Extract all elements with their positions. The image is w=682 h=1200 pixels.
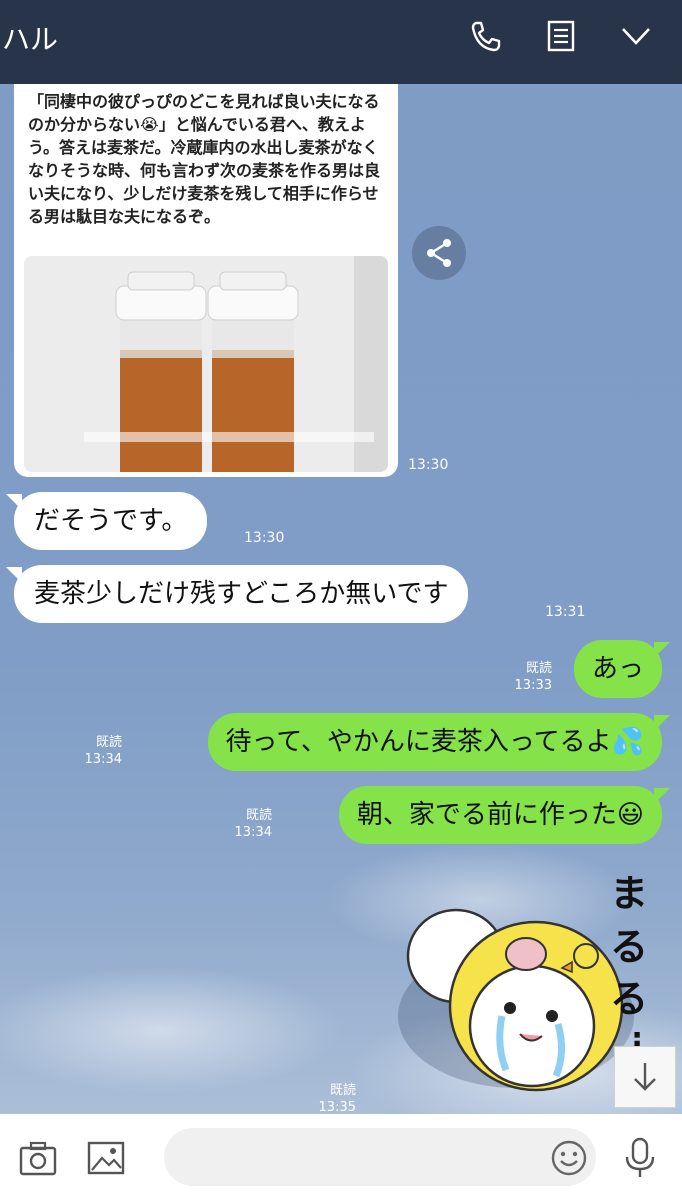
camera-icon[interactable] [18,1138,58,1182]
message-time: 13:31 [545,604,586,620]
read-label: 既読 [245,808,272,823]
outgoing-message[interactable]: 待って、やかんに麦茶入ってるよ💦 [207,713,662,771]
chat-header: ハル [0,0,682,84]
outgoing-message[interactable]: あっ [573,640,662,698]
message-time: 13:30 [408,457,449,473]
phone-icon[interactable] [468,18,504,54]
scroll-to-bottom-button[interactable] [614,1046,676,1108]
arrow-down-icon [634,1063,656,1091]
message-time: 13:30 [244,530,285,546]
read-label: 既読 [525,661,552,676]
incoming-message[interactable]: だそうです。 [14,492,208,550]
svg-text:る: る [610,977,648,1021]
shared-post-caption: 「同棲中の彼ぴっぴのどこを見れば良い夫になるのか分からない😭」と悩んでいる君へ、… [28,92,381,226]
svg-text:ま: ま [610,876,648,915]
incoming-message[interactable]: 麦茶少しだけ残すどころか無いです [14,565,469,623]
bubble-tail [654,788,670,804]
read-receipt: 既読 13:33 [510,660,552,694]
shared-post-image [24,256,388,472]
message-time: 13:34 [234,825,272,840]
read-receipt: 既読 13:34 [80,734,122,768]
read-label: 既読 [95,735,122,750]
message-time: 13:34 [84,752,122,767]
microphone-icon[interactable] [620,1136,660,1184]
emoji-icon[interactable] [550,1139,588,1181]
message-composer [0,1114,682,1200]
message-input[interactable] [164,1128,596,1186]
bubble-tail [654,642,670,658]
image-icon[interactable] [86,1138,126,1182]
read-label: 既読 [329,1083,356,1098]
outgoing-message[interactable]: 朝、家でる前に作った😃 [338,786,662,844]
chevron-down-icon[interactable] [618,18,654,54]
read-receipt: 既読 13:34 [230,807,272,841]
svg-text:る: る [610,925,648,969]
share-icon[interactable] [412,226,466,280]
notes-icon[interactable] [543,18,579,54]
shared-post-card[interactable]: 「同棲中の彼ぴっぴのどこを見れば良い夫になるのか分からない😭」と悩んでいる君へ、… [14,84,398,477]
read-receipt: 既読 13:35 [310,1082,356,1116]
message-time: 13:33 [514,678,552,693]
bubble-tail [654,715,670,731]
chat-title[interactable]: ハル [2,18,58,58]
